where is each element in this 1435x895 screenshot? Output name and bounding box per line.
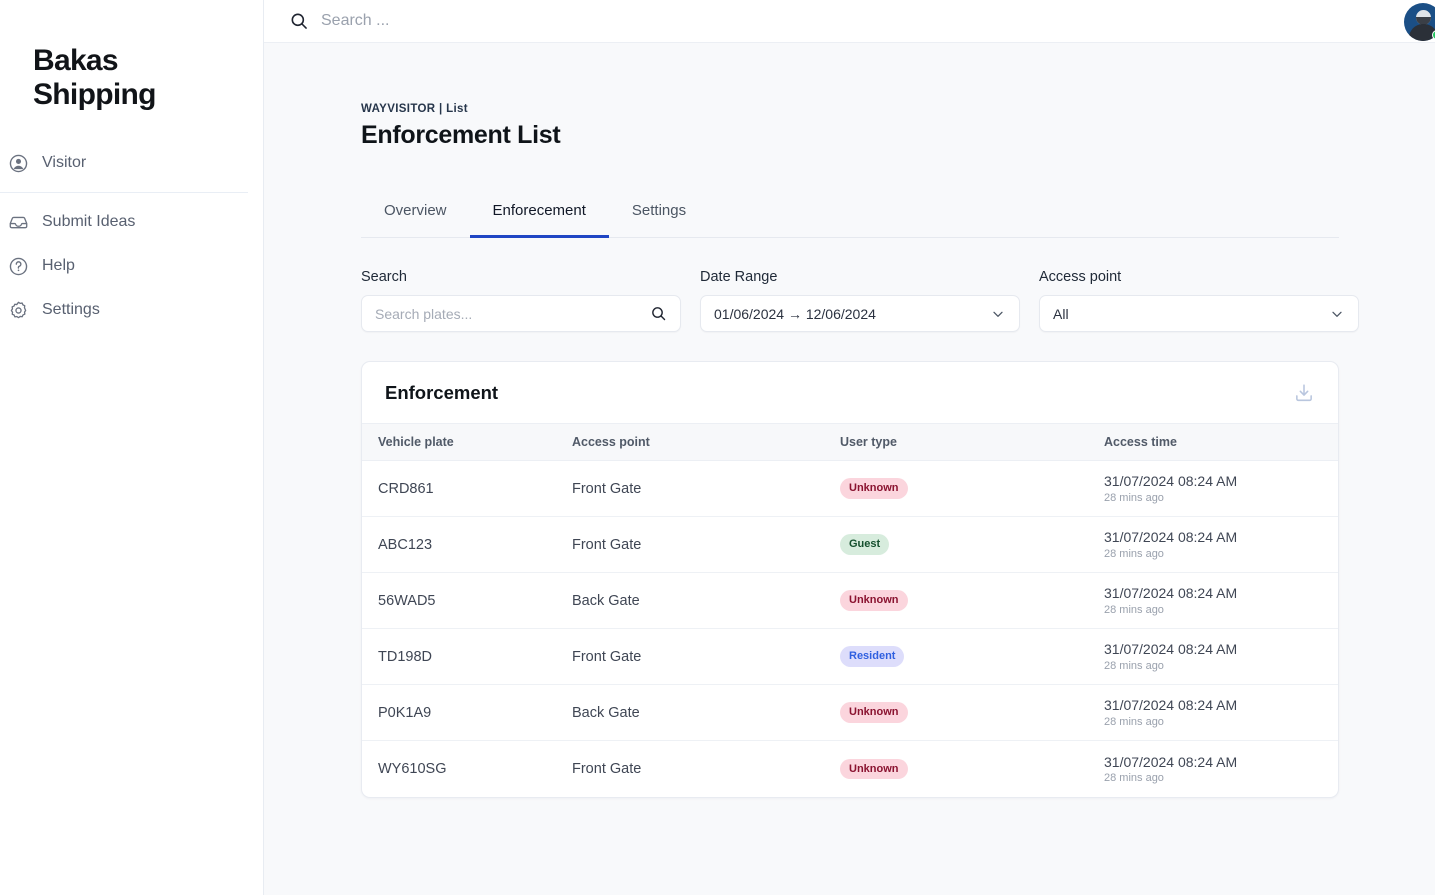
sidebar: Bakas Shipping Visitor — [0, 0, 264, 895]
search-input-placeholder: Search plates... — [375, 306, 650, 322]
brand-line-1: Bakas — [33, 44, 263, 78]
chevron-down-icon — [990, 306, 1006, 322]
user-circle-icon — [7, 152, 29, 174]
sidebar-divider — [0, 192, 248, 193]
enforcement-table: Vehicle plate Access point User type Acc… — [362, 424, 1338, 797]
column-access-time[interactable]: Access time — [1104, 424, 1338, 461]
status-badge: Guest — [840, 534, 889, 554]
cell-vehicle-plate: WY610SG — [378, 761, 447, 777]
cell-access-ago: 28 mins ago — [1104, 716, 1338, 728]
global-search[interactable]: Search ... — [289, 11, 1435, 31]
cell-vehicle-plate: P0K1A9 — [378, 705, 431, 721]
breadcrumb: WAYVISITOR | List — [361, 103, 1359, 115]
sidebar-item-visitor[interactable]: Visitor — [0, 141, 263, 185]
cell-access-ago: 28 mins ago — [1104, 772, 1338, 784]
avatar-image — [1404, 3, 1435, 41]
tab-enforcement[interactable]: Enforecement — [470, 192, 609, 238]
table-row[interactable]: WY610SG Front Gate Unknown 31/07/2024 08… — [362, 741, 1338, 797]
table-row[interactable]: ABC123 Front Gate Guest 31/07/2024 08:24… — [362, 517, 1338, 573]
global-search-input[interactable]: Search ... — [321, 12, 389, 30]
date-range-label: Date Range — [700, 269, 1020, 285]
column-user-type[interactable]: User type — [840, 424, 1104, 461]
cell-vehicle-plate: TD198D — [378, 649, 432, 665]
cell-access-time: 31/07/2024 08:24 AM — [1104, 754, 1338, 772]
cell-access-time: 31/07/2024 08:24 AM — [1104, 697, 1338, 715]
cell-access-ago: 28 mins ago — [1104, 660, 1338, 672]
table-row[interactable]: P0K1A9 Back Gate Unknown 31/07/2024 08:2… — [362, 685, 1338, 741]
avatar-body — [1409, 24, 1435, 41]
content-scroll: WAYVISITOR | List Enforcement List Overv… — [264, 43, 1435, 895]
app-root: Bakas Shipping Visitor — [0, 0, 1435, 895]
brand-line-2: Shipping — [33, 78, 263, 112]
cell-access-point: Back Gate — [572, 593, 640, 609]
card-header: Enforcement — [362, 362, 1338, 424]
status-badge: Unknown — [840, 590, 908, 610]
search-label: Search — [361, 269, 681, 285]
cell-vehicle-plate: ABC123 — [378, 537, 432, 553]
cell-vehicle-plate: 56WAD5 — [378, 593, 435, 609]
sidebar-item-label: Help — [42, 257, 75, 275]
cell-access-point: Back Gate — [572, 705, 640, 721]
status-badge: Unknown — [840, 702, 908, 722]
access-point-label: Access point — [1039, 269, 1359, 285]
table-row[interactable]: CRD861 Front Gate Unknown 31/07/2024 08:… — [362, 461, 1338, 517]
cell-vehicle-plate: CRD861 — [378, 481, 434, 497]
search-icon[interactable] — [650, 305, 667, 322]
cell-access-time: 31/07/2024 08:24 AM — [1104, 529, 1338, 547]
sidebar-item-label: Settings — [42, 301, 100, 319]
gear-icon — [7, 299, 29, 321]
sidebar-item-help[interactable]: Help — [0, 244, 263, 288]
cell-access-time: 31/07/2024 08:24 AM — [1104, 585, 1338, 603]
sidebar-item-label: Visitor — [42, 154, 86, 172]
date-range-value: 01/06/2024 → 12/06/2024 — [714, 306, 990, 322]
card-title: Enforcement — [385, 382, 1293, 404]
status-badge: Unknown — [840, 759, 908, 779]
tab-bar: Overview Enforecement Settings — [361, 192, 1339, 238]
brand-logo[interactable]: Bakas Shipping — [0, 0, 263, 111]
page-title: Enforcement List — [361, 121, 1359, 150]
table-head: Vehicle plate Access point User type Acc… — [362, 424, 1338, 461]
sidebar-item-label: Submit Ideas — [42, 213, 135, 231]
cell-access-ago: 28 mins ago — [1104, 604, 1338, 616]
main-area: Search ... WAYVISITOR | List Enforcement… — [264, 0, 1435, 895]
access-point-value: All — [1053, 306, 1329, 322]
filter-bar: Search Search plates... — [361, 269, 1359, 332]
column-access-point[interactable]: Access point — [572, 424, 840, 461]
cell-access-point: Front Gate — [572, 761, 641, 777]
cell-access-time: 31/07/2024 08:24 AM — [1104, 641, 1338, 659]
download-icon[interactable] — [1293, 382, 1315, 404]
cell-access-ago: 28 mins ago — [1104, 548, 1338, 560]
access-point-select[interactable]: All — [1039, 295, 1359, 332]
search-input[interactable]: Search plates... — [361, 295, 681, 332]
inbox-icon — [7, 211, 29, 233]
cell-access-time: 31/07/2024 08:24 AM — [1104, 473, 1338, 491]
cell-access-ago: 28 mins ago — [1104, 492, 1338, 504]
cell-access-point: Front Gate — [572, 537, 641, 553]
table-row[interactable]: 56WAD5 Back Gate Unknown 31/07/2024 08:2… — [362, 573, 1338, 629]
filter-access-point: Access point All — [1039, 269, 1359, 332]
page-container: WAYVISITOR | List Enforcement List Overv… — [264, 43, 1435, 798]
filter-date-range: Date Range 01/06/2024 → 12/06/2024 — [700, 269, 1020, 332]
tab-overview[interactable]: Overview — [361, 192, 470, 238]
cell-access-point: Front Gate — [572, 649, 641, 665]
date-range-select[interactable]: 01/06/2024 → 12/06/2024 — [700, 295, 1020, 332]
column-vehicle-plate[interactable]: Vehicle plate — [362, 424, 572, 461]
table-body: CRD861 Front Gate Unknown 31/07/2024 08:… — [362, 461, 1338, 797]
table-row[interactable]: TD198D Front Gate Resident 31/07/2024 08… — [362, 629, 1338, 685]
tab-settings[interactable]: Settings — [609, 192, 709, 238]
avatar[interactable] — [1404, 3, 1435, 41]
chevron-down-icon — [1329, 306, 1345, 322]
filter-search: Search Search plates... — [361, 269, 681, 332]
sidebar-item-settings[interactable]: Settings — [0, 288, 263, 332]
topbar: Search ... — [264, 0, 1435, 43]
cell-access-point: Front Gate — [572, 481, 641, 497]
table-header-row: Vehicle plate Access point User type Acc… — [362, 424, 1338, 461]
search-icon — [289, 11, 309, 31]
sidebar-nav: Visitor Submit Ideas — [0, 141, 263, 332]
status-badge: Unknown — [840, 478, 908, 498]
question-circle-icon — [7, 255, 29, 277]
status-badge: Resident — [840, 646, 904, 666]
enforcement-card: Enforcement Vehicle plate — [361, 361, 1339, 798]
sidebar-item-submit-ideas[interactable]: Submit Ideas — [0, 200, 263, 244]
